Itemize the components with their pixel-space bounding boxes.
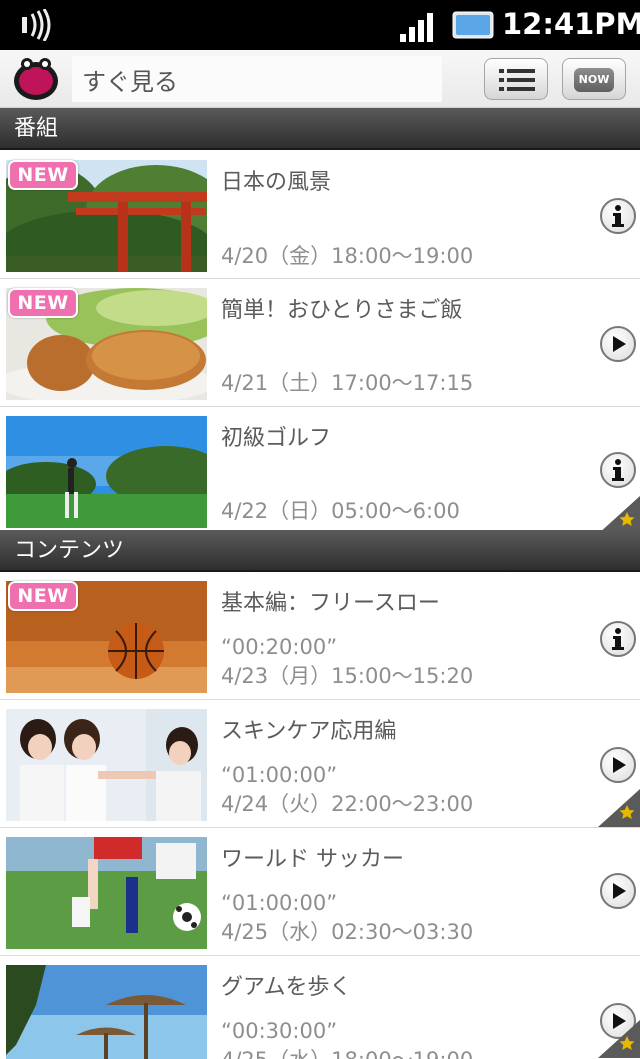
section-header-programs: 番組 (0, 108, 640, 150)
content-duration: “00:30:00” (221, 1019, 338, 1043)
content-row-soccer[interactable]: ワールド サッカー “01:00:00” 4/25（水）02:30〜03:30 (0, 829, 640, 956)
thumbnail-guam-beach (6, 965, 207, 1059)
favorite-star-icon (598, 789, 640, 827)
section-header-contents: コンテンツ (0, 530, 640, 572)
play-icon (613, 883, 626, 899)
favorite-star-icon (598, 1020, 640, 1058)
program-title: 簡単！おひとりさまご飯 (221, 298, 463, 323)
clock: 12:41PM (502, 7, 640, 41)
info-icon (612, 628, 624, 650)
info-button[interactable] (600, 198, 636, 234)
new-badge: NEW (8, 160, 78, 190)
thumbnail-golf (6, 416, 207, 528)
play-button[interactable] (600, 873, 636, 909)
program-row-solo-meal[interactable]: NEW 簡単！おひとりさまご飯 4/21（土）17:00〜17:15 (0, 280, 640, 407)
cell-signal-icon (400, 13, 433, 42)
play-button[interactable] (600, 326, 636, 362)
program-schedule: 4/21（土）17:00〜17:15 (221, 371, 474, 395)
info-icon (612, 205, 624, 227)
program-schedule: 4/20（金）18:00〜19:00 (221, 244, 474, 268)
program-row-golf[interactable]: 初級ゴルフ 4/22（日）05:00〜6:00 (0, 408, 640, 535)
content-duration: “00:20:00” (221, 635, 338, 659)
play-icon (613, 757, 626, 773)
list-view-button[interactable] (484, 58, 548, 100)
info-icon (612, 459, 624, 481)
now-button-label: NOW (574, 68, 614, 92)
info-button[interactable] (600, 621, 636, 657)
content-duration: “01:00:00” (221, 891, 338, 915)
content-row-guam[interactable]: グアムを歩く “00:30:00” 4/25（水）18:00〜19:00 (0, 957, 640, 1059)
content-title: グアムを歩く (221, 975, 352, 1000)
play-button[interactable] (600, 747, 636, 783)
new-badge: NEW (8, 581, 78, 611)
content-row-free-throw[interactable]: NEW 基本編：フリースロー “00:20:00” 4/23（月）15:00〜1… (0, 573, 640, 700)
program-title: 日本の風景 (221, 170, 332, 195)
content-title: ワールド サッカー (221, 847, 404, 872)
status-bar: 12:41PM (0, 0, 640, 50)
program-title: 初級ゴルフ (221, 426, 332, 451)
program-schedule: 4/22（日）05:00〜6:00 (221, 499, 460, 523)
content-schedule: 4/25（水）02:30〜03:30 (221, 920, 474, 944)
program-row-landscape[interactable]: NEW 日本の風景 4/20（金）18:00〜19:00 (0, 152, 640, 279)
app-logo-icon[interactable] (12, 56, 60, 102)
content-title: スキンケア応用編 (221, 719, 397, 744)
battery-icon (452, 11, 494, 39)
thumbnail-skincare (6, 709, 207, 821)
content-row-skincare[interactable]: スキンケア応用編 “01:00:00” 4/24（火）22:00〜23:00 (0, 701, 640, 828)
content-duration: “01:00:00” (221, 763, 338, 787)
content-schedule: 4/25（水）18:00〜19:00 (221, 1044, 473, 1059)
wireless-signal-icon (22, 9, 51, 41)
content-schedule: 4/24（火）22:00〜23:00 (221, 792, 474, 816)
list-icon (499, 69, 535, 91)
app-bar: すぐ見る NOW (0, 50, 640, 108)
content-schedule: 4/23（月）15:00〜15:20 (221, 664, 474, 688)
thumbnail-soccer (6, 837, 207, 949)
page-title: すぐ見る (82, 68, 178, 96)
info-button[interactable] (600, 452, 636, 488)
favorite-star-icon (598, 496, 640, 534)
new-badge: NEW (8, 288, 78, 318)
play-icon (613, 336, 626, 352)
content-title: 基本編：フリースロー (221, 591, 440, 616)
now-button[interactable]: NOW (562, 58, 626, 100)
